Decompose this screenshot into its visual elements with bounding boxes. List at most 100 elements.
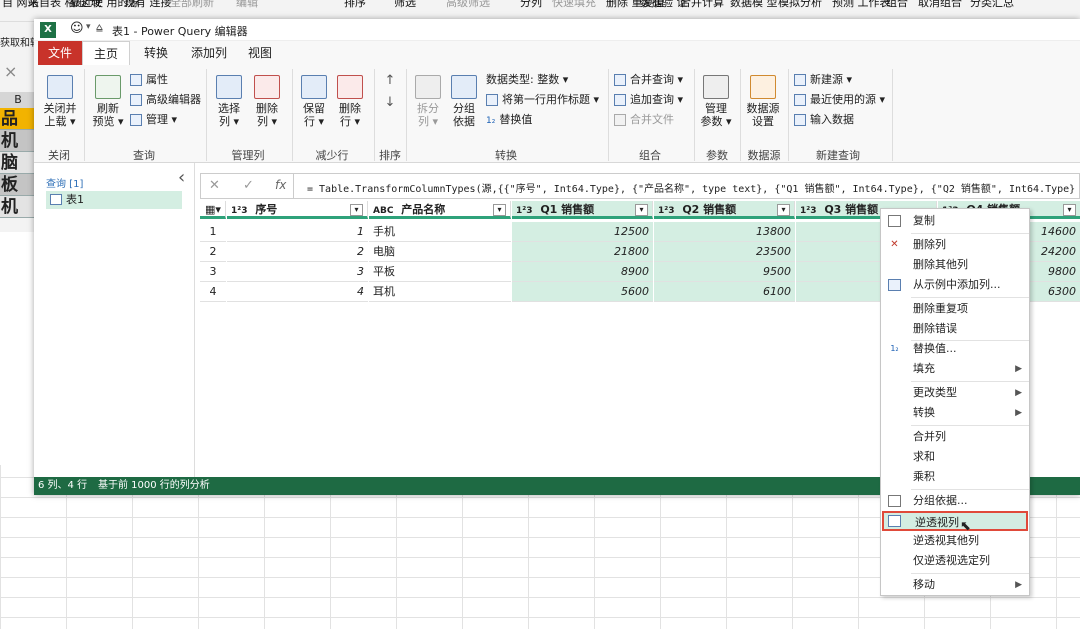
cancel-icon[interactable]: ✕ (209, 178, 220, 193)
tab-home[interactable]: 主页 (82, 41, 130, 65)
replace-values-button[interactable]: 1₂ 替换值 (486, 113, 532, 128)
menu-item-product[interactable]: 乘积 (882, 467, 1028, 487)
manage-button[interactable]: 管理 ▾ (130, 113, 177, 127)
formula-bar[interactable]: ✕ ✓ fx = Table.TransformColumnTypes(源,{{… (200, 173, 1080, 199)
excel-cell[interactable]: 机 (0, 130, 34, 152)
cell[interactable]: 12500 (512, 222, 653, 242)
excel-cell[interactable]: 脑 (0, 152, 34, 174)
menu-item-sum[interactable]: 求和 (882, 447, 1028, 467)
split-column-button[interactable]: 拆分 列 ▾ (412, 75, 444, 128)
column-header[interactable]: 1²3 序号 ▾ (227, 201, 368, 219)
cell[interactable]: 5600 (512, 282, 653, 302)
column-header[interactable]: 1²3 Q2 销售额 ▾ (654, 201, 795, 219)
smiley-icon[interactable]: ☺ (70, 21, 84, 36)
table-icon (50, 194, 62, 205)
group-label-close: 关闭 (48, 149, 70, 162)
cell[interactable]: 8900 (512, 262, 653, 282)
cell[interactable]: 3 (227, 262, 368, 282)
refresh-preview-button[interactable]: 刷新 预览 ▾ (88, 75, 128, 128)
data-type-dropdown[interactable]: 数据类型: 整数 ▾ (486, 73, 568, 87)
cell[interactable]: 电脑 (369, 242, 511, 262)
menu-item-remove-other-columns[interactable]: 删除其他列 (882, 255, 1028, 275)
cell[interactable]: 耳机 (369, 282, 511, 302)
filter-dropdown-icon[interactable]: ▾ (1063, 204, 1076, 216)
menu-item-group-by[interactable]: 分组依据... (882, 491, 1028, 511)
remove-icon: ✕ (890, 239, 899, 250)
column-name: 序号 (255, 203, 278, 216)
menu-item-label: 乘积 (913, 470, 935, 483)
accept-icon[interactable]: ✓ (243, 178, 254, 193)
column-header[interactable]: 1²3 Q1 销售额 ▾ (512, 201, 653, 219)
quick-access-icon[interactable]: ⩠ (96, 21, 103, 35)
excel-cell[interactable]: 品名 (0, 108, 34, 151)
menu-item-fill[interactable]: 填充 ▶ (882, 359, 1028, 379)
menu-item-unpivot-selected-only[interactable]: 仅逆透视选定列 (882, 551, 1028, 571)
table-menu-icon[interactable]: ▦▾ (200, 201, 226, 219)
use-first-row-headers-label: 将第一行用作标题 ▾ (502, 93, 600, 106)
chevron-down-icon[interactable]: ▾ (86, 22, 91, 32)
merge-files-button[interactable]: 合并文件 (614, 113, 674, 127)
menu-item-transform[interactable]: 转换 ▶ (882, 403, 1028, 423)
collapse-pane-button[interactable]: ‹ (178, 167, 185, 188)
properties-button[interactable]: 属性 (130, 73, 168, 87)
group-by-button[interactable]: 分组 依据 (448, 75, 480, 128)
column-header[interactable]: ABC 产品名称 ▾ (369, 201, 511, 219)
queries-header: 查询 [1] (46, 179, 84, 190)
excel-cell[interactable]: 机 (0, 196, 34, 218)
query-item[interactable]: 表1 (46, 191, 182, 209)
cell[interactable]: 13800 (654, 222, 795, 242)
tab-view[interactable]: 视图 (238, 41, 282, 65)
menu-item-remove-columns[interactable]: ✕ 删除列 (882, 235, 1028, 255)
close-icon: × (4, 62, 18, 81)
group-label-data-source: 数据源 (747, 149, 781, 162)
menu-item-add-column-from-examples[interactable]: 从示例中添加列... (882, 275, 1028, 295)
cell[interactable]: 2 (227, 242, 368, 262)
remove-columns-button[interactable]: 删除 列 ▾ (250, 75, 284, 128)
menu-item-remove-errors[interactable]: 删除错误 (882, 319, 1028, 339)
menu-item-replace-values[interactable]: 1₂ 替换值... (882, 339, 1028, 359)
choose-columns-button[interactable]: 选择 列 ▾ (212, 75, 246, 128)
cell[interactable]: 9500 (654, 262, 795, 282)
tab-file[interactable]: 文件 (38, 41, 82, 65)
recent-sources-button[interactable]: 最近使用的源 ▾ (794, 93, 885, 107)
recent-sources-icon (794, 94, 806, 106)
sort-ascending-icon[interactable]: ↑ (380, 73, 400, 89)
merge-queries-button[interactable]: 合并查询 ▾ (614, 73, 683, 87)
close-and-load-button[interactable]: 关闭并 上载 ▾ (38, 75, 82, 128)
menu-item-change-type[interactable]: 更改类型 ▶ (882, 383, 1028, 403)
remove-rows-button[interactable]: 删除 行 ▾ (334, 75, 366, 128)
cell[interactable]: 4 (227, 282, 368, 302)
menu-item-unpivot-columns[interactable]: 逆透视列 ⬉ (882, 511, 1028, 534)
use-first-row-headers-button[interactable]: 将第一行用作标题 ▾ (486, 93, 599, 107)
properties-label: 属性 (146, 73, 168, 86)
tab-add-column[interactable]: 添加列 (184, 41, 234, 65)
tab-transform[interactable]: 转换 (134, 41, 178, 65)
manage-parameters-button[interactable]: 管理 参数 ▾ (698, 75, 734, 128)
cell[interactable]: 1 (227, 222, 368, 242)
menu-item-move[interactable]: 移动 ▶ (882, 575, 1028, 595)
cell[interactable]: 21800 (512, 242, 653, 262)
advanced-editor-button[interactable]: 高级编辑器 (130, 93, 201, 107)
keep-rows-button[interactable]: 保留 行 ▾ (298, 75, 330, 128)
excel-cell[interactable]: 板 (0, 174, 34, 196)
filter-dropdown-icon[interactable]: ▾ (777, 204, 790, 216)
filter-dropdown-icon[interactable]: ▾ (635, 204, 648, 216)
menu-item-merge-columns[interactable]: 合并列 (882, 427, 1028, 447)
new-source-button[interactable]: 新建源 ▾ (794, 73, 852, 87)
fx-icon[interactable]: fx (275, 178, 286, 192)
append-queries-button[interactable]: 追加查询 ▾ (614, 93, 683, 107)
menu-item-unpivot-other-columns[interactable]: 逆透视其他列 (882, 531, 1028, 551)
filter-dropdown-icon[interactable]: ▾ (350, 204, 363, 216)
status-profiling[interactable]: 基于前 1000 行的列分析 (98, 477, 210, 495)
filter-dropdown-icon[interactable]: ▾ (493, 204, 506, 216)
cell[interactable]: 手机 (369, 222, 511, 242)
cell[interactable]: 平板 (369, 262, 511, 282)
enter-data-button[interactable]: 输入数据 (794, 113, 854, 127)
sort-descending-icon[interactable]: ↓ (380, 95, 400, 111)
cell[interactable]: 23500 (654, 242, 795, 262)
menu-item-remove-duplicates[interactable]: 删除重复项 (882, 299, 1028, 319)
formula-text[interactable]: = Table.TransformColumnTypes(源,{{"序号", I… (307, 180, 1077, 195)
data-source-settings-button[interactable]: 数据源 设置 (744, 75, 782, 128)
cell[interactable]: 6100 (654, 282, 795, 302)
menu-item-copy[interactable]: 复制 (882, 211, 1028, 231)
